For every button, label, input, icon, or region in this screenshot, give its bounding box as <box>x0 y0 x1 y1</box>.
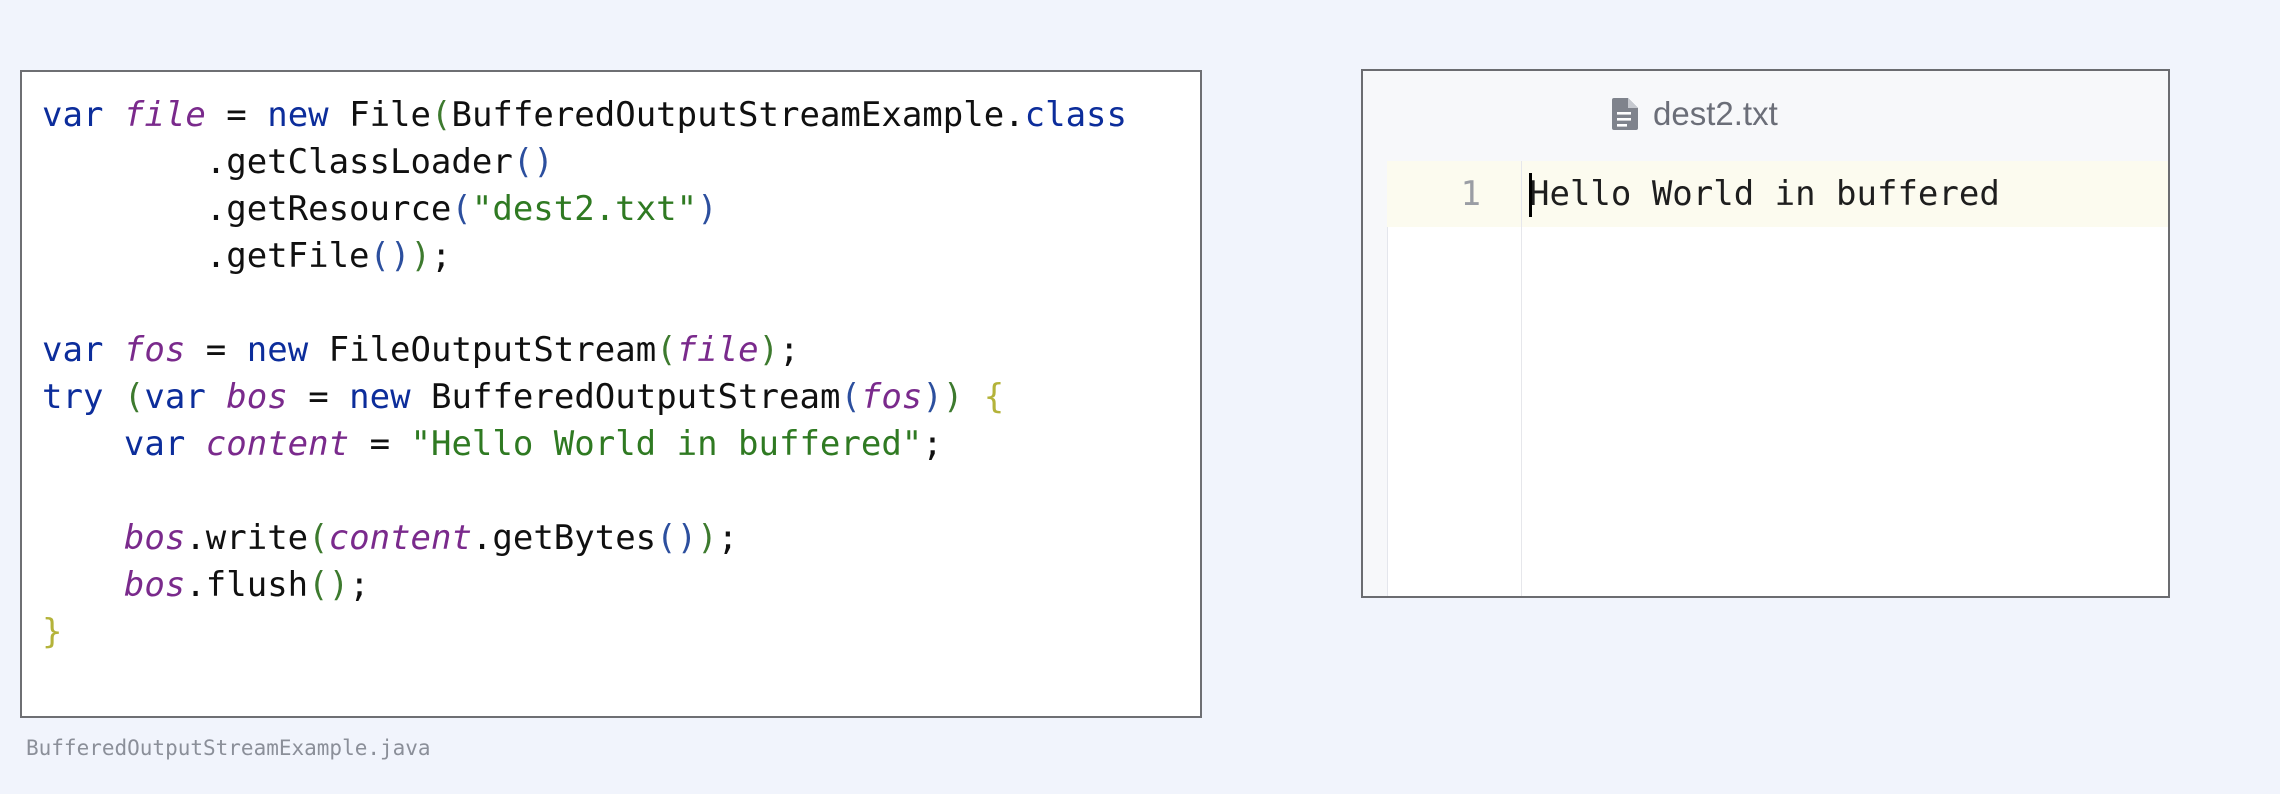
code-line: .getResource("dest2.txt") <box>42 186 1190 233</box>
code-token: .write <box>185 518 309 558</box>
code-token: .getResource <box>42 189 452 229</box>
code-token: ; <box>922 424 943 464</box>
editor-tab-bar: dest2.txt <box>1363 71 2168 161</box>
editor-tab-label: dest2.txt <box>1653 95 1778 132</box>
code-token: = <box>205 95 268 135</box>
code-line: try (var bos = new BufferedOutputStream(… <box>42 374 1190 421</box>
code-token: () <box>656 518 698 558</box>
code-token: "Hello World in buffered" <box>410 424 923 464</box>
gutter-divider <box>1521 161 1522 596</box>
code-token: .getClassLoader <box>42 142 513 182</box>
code-token: var <box>42 95 104 135</box>
code-token: ; <box>717 518 739 558</box>
code-token: { <box>983 377 1005 417</box>
editor-text-area[interactable]: 1 Hello World in buffered <box>1363 161 2168 596</box>
code-token: ( <box>123 377 145 417</box>
code-line: bos.flush(); <box>42 562 1190 609</box>
line-number: 1 <box>1460 174 1481 214</box>
code-line: var fos = new FileOutputStream(file); <box>42 327 1190 374</box>
code-token: ) <box>922 377 943 417</box>
code-token: .getFile <box>42 236 370 276</box>
code-token: new <box>349 377 411 417</box>
code-token: ) <box>942 377 964 417</box>
code-token: ; <box>430 236 452 276</box>
code-block: var file = new File(BufferedOutputStream… <box>42 92 1190 656</box>
code-token: class <box>1024 95 1127 135</box>
code-token: ) <box>410 236 431 276</box>
code-token: content <box>205 424 350 464</box>
code-panel: var file = new File(BufferedOutputStream… <box>20 70 1202 718</box>
code-token: content <box>328 518 472 558</box>
code-token: = <box>349 424 411 464</box>
editor-tab-dest2[interactable]: dest2.txt <box>1611 89 1778 139</box>
code-line: bos.write(content.getBytes()); <box>42 515 1190 562</box>
code-token: file <box>676 330 759 370</box>
code-token: var <box>144 377 206 417</box>
code-token: "dest2.txt" <box>471 189 698 229</box>
code-token: BufferedOutputStream <box>410 377 841 417</box>
code-token: File <box>328 95 431 135</box>
code-token: () <box>369 236 411 276</box>
code-token: ( <box>308 518 329 558</box>
code-token: fos <box>123 330 186 370</box>
text-caret <box>1529 173 1532 217</box>
code-token: FileOutputStream <box>308 330 657 370</box>
filename-caption: BufferedOutputStreamExample.java <box>26 736 431 760</box>
code-token: var <box>123 424 186 464</box>
code-token: ( <box>431 95 452 135</box>
code-token: } <box>42 612 63 652</box>
code-token: BufferedOutputStreamExample. <box>451 95 1025 135</box>
code-token: ( <box>840 377 861 417</box>
editor-line-content[interactable]: Hello World in buffered <box>1529 161 2000 227</box>
code-token: bos <box>123 565 186 605</box>
code-token: .flush <box>185 565 309 605</box>
code-token: fos <box>860 377 923 417</box>
code-token: ( <box>451 189 472 229</box>
code-token: ( <box>656 330 677 370</box>
code-token: try <box>42 377 104 417</box>
code-token: bos <box>123 518 186 558</box>
code-token: bos <box>226 377 288 417</box>
code-token: .getBytes <box>471 518 657 558</box>
code-line: .getClassLoader() <box>42 139 1190 186</box>
code-line: var content = "Hello World in buffered"; <box>42 421 1190 468</box>
code-token: file <box>123 95 206 135</box>
editor-left-strip <box>1363 161 1388 596</box>
code-token: ; <box>779 330 800 370</box>
code-token: = <box>287 377 350 417</box>
code-token: () <box>512 142 554 182</box>
code-token: ) <box>758 330 780 370</box>
code-token: new <box>246 330 309 370</box>
code-line: } <box>42 609 1190 656</box>
code-token: ) <box>697 518 718 558</box>
code-token: var <box>42 330 104 370</box>
code-token: ) <box>697 189 718 229</box>
code-token: new <box>267 95 329 135</box>
text-file-icon <box>1612 98 1638 130</box>
code-token: = <box>185 330 247 370</box>
code-token: () <box>308 565 350 605</box>
code-line: var file = new File(BufferedOutputStream… <box>42 92 1190 139</box>
code-token: ; <box>349 565 370 605</box>
code-line: .getFile()); <box>42 233 1190 280</box>
editor-window: dest2.txt 1 Hello World in buffered <box>1361 69 2170 598</box>
